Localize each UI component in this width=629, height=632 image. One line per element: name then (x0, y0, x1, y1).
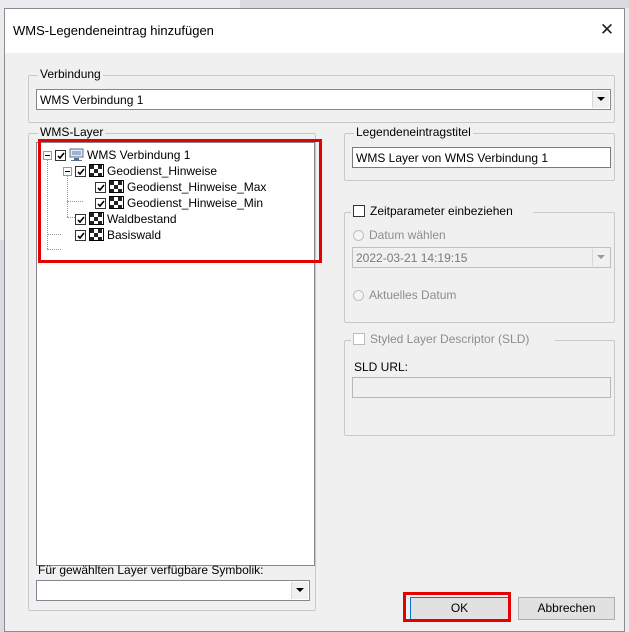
choose-date-radio[interactable] (353, 230, 364, 241)
date-select[interactable]: 2022-03-21 14:19:15 (352, 247, 611, 268)
symbology-select[interactable] (36, 580, 310, 601)
chevron-down-icon[interactable] (592, 249, 609, 266)
wms-server-icon (69, 148, 84, 161)
layer-checkbox[interactable] (55, 150, 66, 161)
connection-group-label: Verbindung (38, 67, 103, 81)
layer-checkbox[interactable] (95, 198, 106, 209)
date-select-value: 2022-03-21 14:19:15 (356, 251, 468, 265)
time-parameter-checkbox[interactable] (353, 205, 365, 217)
wms-layer-group-label: WMS-Layer (38, 125, 106, 139)
layer-icon (109, 196, 124, 209)
ok-button[interactable]: OK (410, 597, 509, 620)
title-bar: WMS-Legendeneintrag hinzufügen ✕ (5, 9, 624, 53)
choose-date-label: Datum wählen (369, 228, 446, 242)
tree-line (67, 201, 83, 202)
connection-select-value: WMS Verbindung 1 (40, 93, 144, 107)
layer-checkbox[interactable] (75, 230, 86, 241)
tree-node-label: WMS Verbindung 1 (87, 148, 191, 162)
sld-checkbox[interactable] (353, 333, 365, 345)
close-icon[interactable]: ✕ (594, 17, 620, 43)
tree-node-label: Geodienst_Hinweise_Max (127, 180, 267, 194)
layer-checkbox[interactable] (75, 166, 86, 177)
background-window (240, 0, 629, 8)
symbology-label: Für gewählten Layer verfügbare Symbolik: (38, 563, 264, 577)
tree-line (67, 171, 68, 217)
connection-select[interactable]: WMS Verbindung 1 (36, 89, 611, 110)
sld-url-input[interactable] (352, 377, 611, 398)
tree-node-label: Basiswald (107, 228, 162, 242)
legend-title-input[interactable]: WMS Layer von WMS Verbindung 1 (352, 147, 611, 168)
tree-line (47, 234, 61, 235)
chevron-down-icon[interactable] (592, 91, 609, 108)
cancel-button[interactable]: Abbrechen (518, 597, 615, 620)
sld-header: Styled Layer Descriptor (SLD) (351, 332, 555, 346)
current-date-radio[interactable] (353, 290, 364, 301)
layer-icon (89, 228, 104, 241)
layer-icon (109, 180, 124, 193)
layer-icon (89, 212, 104, 225)
legend-title-value: WMS Layer von WMS Verbindung 1 (356, 151, 549, 165)
layer-checkbox[interactable] (95, 182, 106, 193)
collapse-icon[interactable] (43, 151, 52, 160)
current-date-label: Aktuelles Datum (369, 288, 457, 302)
layer-tree[interactable]: WMS Verbindung 1 Geodienst_Hinweise Geod… (36, 142, 315, 566)
collapse-icon[interactable] (63, 167, 72, 176)
sld-url-label: SLD URL: (354, 360, 409, 374)
sld-checkbox-label: Styled Layer Descriptor (SLD) (370, 332, 530, 346)
tree-node-label: Geodienst_Hinweise (107, 164, 218, 178)
layer-icon (89, 164, 104, 177)
tree-node-label: Waldbestand (107, 212, 177, 226)
time-parameter-header: Zeitparameter einbeziehen (351, 204, 533, 218)
tree-line (47, 249, 61, 250)
dialog-title: WMS-Legendeneintrag hinzufügen (13, 23, 214, 38)
chevron-down-icon[interactable] (291, 582, 308, 599)
legend-title-group-label: Legendeneintragstitel (354, 125, 473, 139)
layer-checkbox[interactable] (75, 214, 86, 225)
add-wms-legend-dialog: WMS-Legendeneintrag hinzufügen ✕ Verbind… (4, 8, 625, 632)
tree-node-label: Geodienst_Hinweise_Min (127, 196, 264, 210)
time-parameter-label: Zeitparameter einbeziehen (370, 204, 513, 218)
